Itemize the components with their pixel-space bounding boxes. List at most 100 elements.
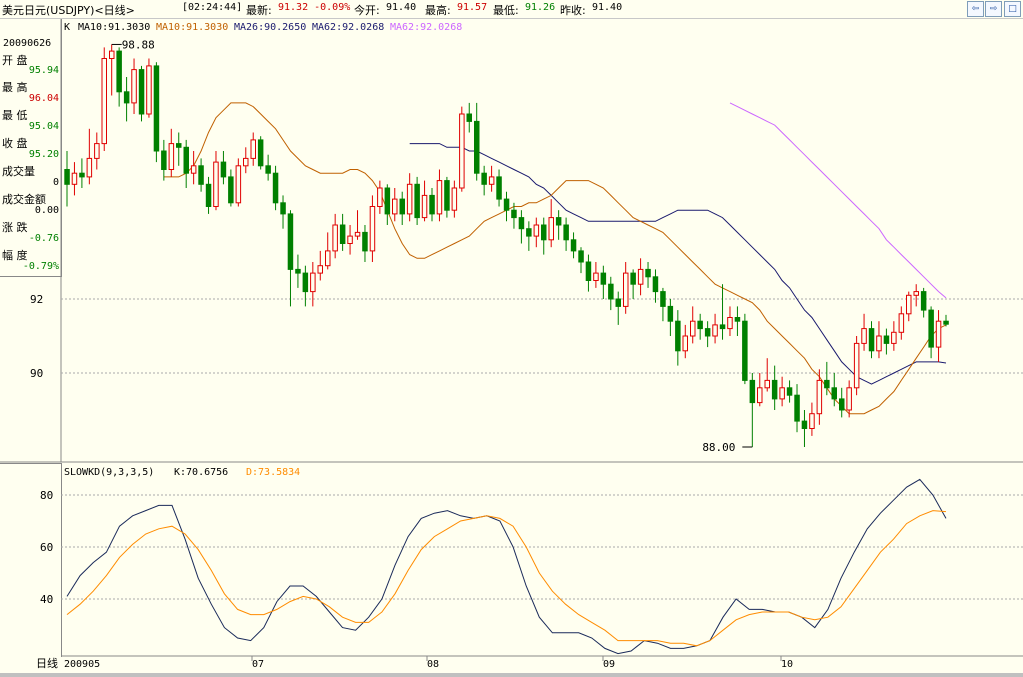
candle (220, 151, 227, 185)
period-label: 日线 (36, 656, 58, 670)
candle (704, 321, 711, 348)
x-tick-label: 09 (603, 659, 615, 670)
candle (608, 276, 614, 311)
candle (496, 169, 502, 207)
legend-ma10: MA10:91.3030 (156, 22, 228, 33)
candle (272, 165, 279, 211)
candle (943, 314, 949, 327)
candle (466, 102, 472, 133)
candle (190, 151, 197, 185)
candle (801, 410, 808, 447)
candle (682, 324, 688, 359)
candle (183, 139, 189, 188)
candle (459, 106, 465, 192)
candle (228, 169, 234, 207)
candle (667, 299, 674, 336)
candle (526, 221, 532, 251)
candle (794, 384, 800, 433)
candle (317, 250, 323, 281)
price-chart[interactable]: 92 90 98.88 88.00 80 60 40 200905 07 08 09 10 K MA1… (0, 0, 1023, 677)
candle (600, 265, 607, 299)
candle (481, 165, 487, 196)
kd-legend-name: SLOWKD(9,3,3,5) (64, 467, 154, 478)
candle (891, 321, 897, 351)
candle (593, 262, 599, 288)
candle (883, 328, 890, 355)
candle (123, 77, 130, 122)
candle (503, 191, 510, 222)
candle (913, 284, 919, 307)
candle (533, 217, 540, 248)
candle (295, 254, 301, 288)
candle (697, 313, 703, 340)
candle (749, 373, 756, 447)
candle (205, 176, 212, 214)
candle (585, 254, 592, 292)
candle (541, 217, 547, 255)
candle (727, 306, 733, 336)
candle (779, 376, 785, 407)
x-tick-label: 10 (781, 659, 793, 670)
candle (928, 306, 934, 359)
kd-d-line (66, 510, 947, 647)
candle (868, 321, 875, 359)
kd-k-line (66, 478, 947, 655)
candle (436, 169, 443, 222)
candle (347, 225, 353, 255)
candle (690, 306, 696, 344)
candle (839, 387, 845, 418)
candle (168, 128, 175, 177)
candle (578, 247, 584, 274)
candle (198, 158, 204, 192)
status-strip (0, 673, 1023, 677)
candle (898, 306, 905, 340)
price-tick-label: 90 (30, 367, 43, 380)
price-tick-label: 92 (30, 293, 43, 306)
candle (615, 291, 621, 325)
candle (935, 310, 942, 362)
candle (257, 136, 264, 170)
high-annotation: 98.88 (122, 38, 155, 51)
x-tick-label: 08 (427, 659, 439, 670)
candle (920, 287, 927, 318)
candle (79, 158, 85, 188)
candle (742, 313, 748, 385)
candle (153, 62, 160, 163)
candle (660, 287, 666, 322)
candle (94, 132, 100, 170)
candle (645, 262, 651, 288)
candle (548, 199, 554, 248)
candle (64, 151, 70, 207)
candle (71, 162, 78, 196)
kd-tick-label: 40 (40, 593, 53, 606)
candle (429, 188, 435, 222)
candle (816, 369, 823, 425)
candle (287, 210, 294, 307)
candle (377, 180, 383, 214)
candle (138, 65, 145, 122)
x-tick-label: 200905 (64, 659, 100, 670)
candle (831, 373, 837, 407)
candle (630, 269, 636, 299)
candle (406, 173, 413, 222)
legend-k: K (64, 22, 70, 33)
candle (325, 232, 331, 270)
candle (146, 58, 152, 118)
candle (176, 132, 182, 166)
ma62-line (729, 102, 947, 299)
candle (86, 128, 93, 185)
candle (362, 225, 368, 262)
candle (250, 132, 256, 166)
candle (161, 139, 167, 181)
candle (339, 213, 346, 251)
legend-ma62: MA62:92.0268 (390, 22, 462, 33)
kd-tick-label: 60 (40, 541, 53, 554)
candle (354, 210, 361, 240)
kd-tick-label: 80 (40, 489, 53, 502)
x-tick-label: 07 (252, 659, 264, 670)
candle (675, 310, 681, 366)
candle (488, 165, 495, 192)
legend-ma62-value: MA62:92.0268 (312, 22, 384, 33)
candle (444, 176, 450, 218)
candle (712, 313, 718, 344)
